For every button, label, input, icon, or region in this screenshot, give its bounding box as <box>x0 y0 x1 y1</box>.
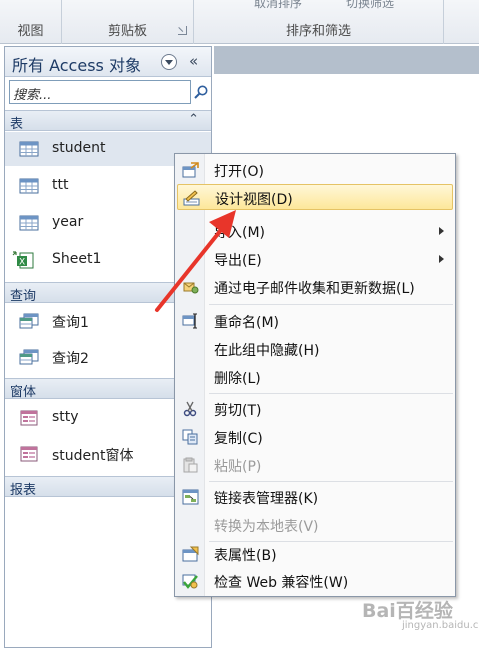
submenu-arrow-icon <box>439 227 444 235</box>
table-properties-icon <box>182 546 199 562</box>
menu-item-design-view[interactable]: 设计视图(D) <box>177 184 453 210</box>
group-header-tables[interactable]: 表 ⌃ <box>5 110 211 132</box>
menu-item-label: 打开(O) <box>214 164 264 180</box>
toggle-filter-button[interactable]: 切换筛选 <box>346 0 394 11</box>
table-icon <box>19 215 39 231</box>
group-header-label: 查询 <box>10 289 37 304</box>
search-input[interactable]: 搜索... <box>9 80 191 104</box>
web-compat-icon <box>182 574 198 589</box>
table-icon <box>19 141 39 157</box>
menu-item-delete[interactable]: 删除(L) <box>177 364 453 390</box>
watermark-url: jingyan.baidu.com <box>402 620 479 631</box>
rename-icon <box>182 313 197 329</box>
menu-separator <box>209 393 453 394</box>
watermark-logo: Bai百经验 <box>362 600 453 622</box>
ribbon-group-clipboard: 剪贴板 <box>62 0 194 44</box>
search-icon[interactable] <box>193 84 209 100</box>
menu-item-label: 转换为本地表(V) <box>214 519 319 535</box>
dialog-launcher-icon[interactable] <box>178 26 187 35</box>
nav-item-label: 查询1 <box>52 315 89 331</box>
ribbon-group-sort-filter: 取消排序 切换筛选 排序和筛选 <box>194 0 444 44</box>
excel-linked-table-icon: X <box>12 251 34 269</box>
menu-item-copy[interactable]: 复制(C) <box>177 424 453 450</box>
menu-item-web-compatibility[interactable]: 检查 Web 兼容性(W) <box>177 568 453 594</box>
menu-item-import[interactable]: 导入(M) <box>177 218 453 244</box>
menu-item-cut[interactable]: 剪切(T) <box>177 396 453 422</box>
collapse-chevron-icon[interactable]: ⌃ <box>188 112 199 127</box>
nav-pane-menu-button[interactable] <box>161 54 177 70</box>
context-menu: 打开(O) 设计视图(D) 导入(M) 导出(E) 通过电子邮件收集和更新数据(… <box>174 153 456 597</box>
menu-item-email-collect[interactable]: 通过电子邮件收集和更新数据(L) <box>177 274 453 300</box>
form-icon <box>20 410 38 426</box>
submenu-arrow-icon <box>439 255 444 263</box>
menu-item-label: 复制(C) <box>214 431 263 447</box>
nav-item-label: student <box>52 140 106 156</box>
ribbon-group-label: 视图 <box>17 24 44 39</box>
linked-table-manager-icon <box>182 489 199 505</box>
query-icon <box>19 313 39 329</box>
menu-separator <box>209 481 453 482</box>
nav-pane-header[interactable]: 所有 Access 对象 « <box>5 47 211 77</box>
menu-item-label: 导入(M) <box>214 225 266 241</box>
ribbon: 视图 剪贴板 取消排序 切换筛选 排序和筛选 <box>0 0 479 44</box>
form-icon <box>20 446 38 462</box>
open-icon <box>182 162 199 178</box>
svg-text:X: X <box>19 258 25 268</box>
menu-item-open[interactable]: 打开(O) <box>177 157 453 183</box>
menu-item-linked-table-manager[interactable]: 链接表管理器(K) <box>177 484 453 510</box>
menu-item-label: 重命名(M) <box>214 315 280 331</box>
nav-item-label: stty <box>52 409 79 425</box>
group-header-label: 报表 <box>10 483 37 498</box>
design-view-icon <box>183 190 200 206</box>
menu-item-label: 设计视图(D) <box>215 192 293 208</box>
menu-item-convert-local-table: 转换为本地表(V) <box>177 512 453 538</box>
menu-item-paste: 粘贴(P) <box>177 452 453 478</box>
menu-item-label: 表属性(B) <box>214 548 277 564</box>
menu-item-label: 检查 Web 兼容性(W) <box>214 575 349 591</box>
menu-item-label: 粘贴(P) <box>214 459 262 475</box>
group-header-label: 窗体 <box>10 385 37 400</box>
nav-item-label: 查询2 <box>52 351 89 367</box>
nav-pane-title: 所有 Access 对象 <box>12 56 141 75</box>
nav-item-label: year <box>52 214 84 230</box>
ribbon-group-view: 视图 <box>0 0 62 44</box>
group-header-label: 表 <box>10 117 24 132</box>
ribbon-group-label: 剪贴板 <box>107 24 147 39</box>
query-icon <box>19 349 39 365</box>
nav-item-label: ttt <box>52 177 69 193</box>
cut-icon <box>183 401 197 417</box>
menu-separator <box>209 304 453 305</box>
menu-item-hide-in-group[interactable]: 在此组中隐藏(H) <box>177 336 453 362</box>
menu-item-rename[interactable]: 重命名(M) <box>177 308 453 334</box>
menu-item-label: 通过电子邮件收集和更新数据(L) <box>214 281 415 297</box>
menu-item-label: 剪切(T) <box>214 403 262 419</box>
menu-item-label: 在此组中隐藏(H) <box>214 343 320 359</box>
table-icon <box>19 178 39 194</box>
copy-icon <box>182 429 198 445</box>
menu-item-label: 删除(L) <box>214 371 261 387</box>
menu-item-table-properties[interactable]: 表属性(B) <box>177 541 453 567</box>
paste-icon <box>183 457 198 473</box>
nav-item-label: Sheet1 <box>52 251 102 267</box>
menu-item-label: 导出(E) <box>214 253 262 269</box>
clear-sort-button[interactable]: 取消排序 <box>254 0 302 11</box>
menu-item-label: 链接表管理器(K) <box>214 491 319 507</box>
ribbon-group-label: 排序和筛选 <box>285 24 351 39</box>
nav-pane-collapse-icon[interactable]: « <box>189 52 198 70</box>
email-collect-icon <box>183 282 199 294</box>
menu-item-export[interactable]: 导出(E) <box>177 246 453 272</box>
document-tab-bar <box>214 46 479 74</box>
nav-item-label: student窗体 <box>52 448 134 464</box>
